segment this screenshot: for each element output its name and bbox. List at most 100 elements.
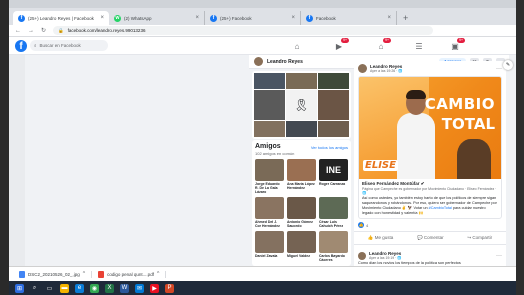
watch-icon[interactable]: ▶ 9+	[331, 38, 349, 51]
friend-item[interactable]: Daniel Zavala	[255, 231, 284, 262]
powerpoint-icon[interactable]: P	[165, 283, 174, 293]
see-all-friends-link[interactable]: Ver todos los amigos	[311, 145, 348, 150]
chevron-up-icon[interactable]: ^	[83, 271, 85, 277]
friend-photo	[255, 159, 284, 181]
friend-photo: INE	[319, 159, 348, 181]
friend-name: Daniel Zavala	[255, 254, 278, 258]
home-icon[interactable]: ⌂	[289, 41, 305, 51]
tab-facebook-2[interactable]: f Facebook ×	[301, 11, 397, 25]
photo-thumbnail[interactable]	[286, 121, 317, 137]
address-bar: ← → ↻ 🔒 facebook.com/leandro.reyes.99013…	[9, 25, 516, 37]
friend-name: Antonio Gómez Saucedo	[287, 220, 313, 228]
eagle-figure	[457, 139, 491, 179]
image-file-icon	[19, 270, 25, 278]
back-icon[interactable]: ←	[15, 28, 21, 34]
browser-tab-bar: f (25+) Leandro Reyes | Facebook × w (2)…	[9, 8, 516, 25]
marketplace-icon[interactable]: ⌂ 9+	[373, 38, 391, 51]
post-text: Como dian los novios los tiempos de la p…	[358, 261, 461, 265]
facebook-icon: f	[18, 14, 25, 22]
comment-button[interactable]: 💬 Comentar	[417, 235, 444, 241]
file-explorer-icon[interactable]: ▬	[60, 283, 69, 293]
tab-label: Facebook	[316, 15, 336, 21]
blurred-top-strip	[0, 0, 524, 8]
photo-thumbnail[interactable]	[318, 90, 349, 120]
friend-name: Ana María López Hernández	[287, 182, 315, 190]
url-field[interactable]: 🔒 facebook.com/leandro.reyes.99013236	[53, 26, 434, 35]
avatar[interactable]	[254, 57, 263, 66]
edge-icon[interactable]: e	[75, 283, 84, 293]
tab-label: (25+) Leandro Reyes | Facebook	[28, 15, 94, 21]
facebook-page: Leandro Reyes Agregar ✉ ◉ … 🎗	[9, 55, 516, 266]
profile-name: Leandro Reyes	[267, 58, 303, 65]
friend-item[interactable]: Ana María López Hernández	[287, 159, 316, 194]
hashtag-link[interactable]: #CambioTotal	[429, 206, 452, 210]
chrome-icon[interactable]: ◉	[90, 283, 99, 293]
friend-item[interactable]: Miguel Valdez	[287, 231, 316, 262]
tab-whatsapp[interactable]: w (2) WhatsApp ×	[109, 11, 205, 25]
post-actions: 👍 Me gusta 💬 Comentar ↪ Compartir	[354, 232, 506, 245]
photo-thumbnail[interactable]	[254, 73, 285, 89]
close-icon[interactable]: ×	[100, 15, 104, 21]
word-icon[interactable]: W	[120, 283, 129, 293]
groups-icon[interactable]: ☰	[411, 41, 427, 51]
photo-thumbnail[interactable]	[286, 73, 317, 89]
close-icon[interactable]: ×	[195, 15, 199, 21]
new-message-icon[interactable]: ✎	[503, 60, 513, 70]
friend-item[interactable]: César Luis Cahuich Pérez	[319, 197, 348, 228]
gaming-icon[interactable]: ▣ 9+	[447, 38, 465, 51]
shared-post[interactable]: CAMBIO TOTAL ELISE Eliseo Fernández Mont…	[358, 76, 502, 219]
facebook-search-input[interactable]: ⌕ Buscar en Facebook	[30, 40, 108, 51]
new-tab-button[interactable]: +	[397, 11, 414, 25]
media-icon[interactable]: ▶	[150, 283, 159, 293]
photo-thumbnail[interactable]	[318, 121, 349, 137]
friend-name: Roger Carranza	[319, 182, 346, 186]
tab-facebook-profile[interactable]: f (25+) Leandro Reyes | Facebook ×	[13, 11, 109, 25]
friend-item[interactable]: Antonio Gómez Saucedo	[287, 197, 316, 228]
tab-facebook[interactable]: f (25+) Facebook ×	[205, 11, 301, 25]
search-placeholder: Buscar en Facebook	[39, 43, 81, 48]
download-name: codigo penal qunt....pdf	[107, 271, 154, 277]
comment-label: Comentar	[423, 235, 444, 240]
post-time[interactable]: Ayer a las 19:26 · 🌐	[370, 69, 403, 73]
search-icon[interactable]: ⌕	[30, 284, 39, 293]
friend-photo	[255, 231, 284, 253]
task-view-icon[interactable]: ▭	[45, 284, 54, 293]
friend-item[interactable]: Jorge Eduardo R. De La Gala Lázaro	[255, 159, 284, 194]
share-button[interactable]: ↪ Compartir	[467, 235, 492, 241]
post-time[interactable]: Ayer a las 19:19 · 🌐	[369, 256, 402, 260]
photo-thumbnail[interactable]	[318, 73, 349, 89]
close-icon[interactable]: ×	[291, 15, 295, 21]
photo-thumbnail[interactable]	[254, 121, 285, 137]
friend-name: Jorge Eduardo R. De La Gala Lázaro	[255, 182, 280, 194]
facebook-logo[interactable]: f	[15, 40, 27, 52]
close-icon[interactable]: ×	[387, 15, 391, 21]
forward-icon[interactable]: →	[28, 28, 34, 34]
feed-post: Leandro Reyes Ayer a las 19:26 · 🌐 ··· C…	[354, 61, 506, 258]
reactions-row[interactable]: 👍 4	[354, 219, 506, 232]
friend-photo	[287, 159, 316, 181]
avatar[interactable]	[358, 251, 366, 260]
windows-start-icon[interactable]: ⊞	[15, 283, 24, 293]
chevron-up-icon[interactable]: ^	[157, 271, 159, 277]
download-item[interactable]: DSC2_20210526_02_.jpg ^	[19, 270, 93, 278]
excel-icon[interactable]: X	[105, 283, 114, 293]
photo-thumbnail[interactable]	[254, 90, 285, 120]
reload-icon[interactable]: ↻	[41, 27, 46, 34]
shared-meta: Página que Campeche es gobernador por Mo…	[362, 187, 497, 195]
friend-item[interactable]: Carlos Bayardo Cáceres	[319, 231, 348, 262]
whatsapp-icon: w	[114, 14, 121, 22]
watch-badge: 9+	[341, 38, 349, 43]
mail-icon[interactable]: ✉	[135, 283, 144, 293]
mutual-friends-count: 102 amigos en común	[255, 151, 295, 156]
post-options-icon[interactable]: ···	[496, 66, 502, 72]
like-button[interactable]: 👍 Me gusta	[368, 235, 393, 241]
post-options-icon[interactable]: ···	[496, 253, 502, 259]
mourning-ribbon-photo[interactable]: 🎗	[286, 90, 317, 120]
friend-item[interactable]: INE Roger Carranza	[319, 159, 348, 194]
friend-item[interactable]: Ahmed Del J. Cor Hernández	[255, 197, 284, 228]
friends-card: Amigos Ver todos los amigos 102 amigos e…	[252, 140, 351, 266]
avatar[interactable]	[358, 64, 367, 73]
download-item[interactable]: codigo penal qunt....pdf ^	[98, 270, 167, 278]
like-reaction-icon: 👍	[358, 222, 364, 228]
feed-post: Leandro Reyes Ayer a las 19:19 · 🌐 ··· C…	[354, 248, 506, 266]
